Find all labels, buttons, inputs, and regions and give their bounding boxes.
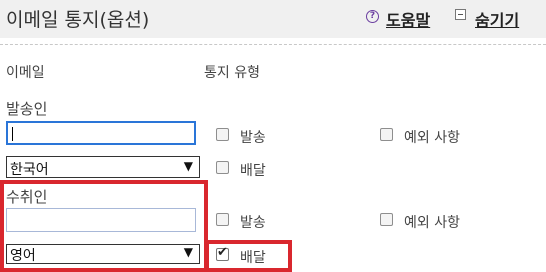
sender-language-select[interactable]: 한국어 ▼ [6,156,200,178]
section-title: 이메일 통지(옵션) [6,9,150,31]
sender-language-value: 한국어 [10,162,49,178]
recipient-highlight-box [0,180,208,272]
question-circle-icon[interactable]: ? [366,10,379,23]
text-caret [12,127,13,141]
deliver-checkbox-highlight-box [205,240,292,272]
hide-link[interactable]: 숨기기 [475,7,519,31]
column-header-notify-type: 통지 유형 [204,65,260,81]
sender-deliver-label: 배달 [240,163,266,179]
help-link[interactable]: 도움말 [386,7,430,31]
sender-email-input[interactable] [6,121,196,145]
recipient-send-label: 발송 [240,215,266,231]
sender-deliver-checkbox[interactable] [216,161,229,174]
sender-exception-checkbox[interactable] [380,128,393,141]
divider [0,44,546,45]
dropdown-arrow-icon: ▼ [183,159,193,173]
recipient-send-checkbox[interactable] [216,213,229,226]
section-header: 이메일 통지(옵션) ? 도움말 숨기기 [0,0,546,38]
sender-label: 발송인 [6,100,48,118]
recipient-exception-checkbox[interactable] [380,213,393,226]
sender-send-checkbox[interactable] [216,128,229,141]
column-header-email: 이메일 [6,65,45,81]
sender-send-label: 발송 [240,130,266,146]
collapse-box-icon[interactable] [455,9,466,20]
sender-exception-label: 예외 사항 [404,130,460,146]
recipient-exception-label: 예외 사항 [404,215,460,231]
